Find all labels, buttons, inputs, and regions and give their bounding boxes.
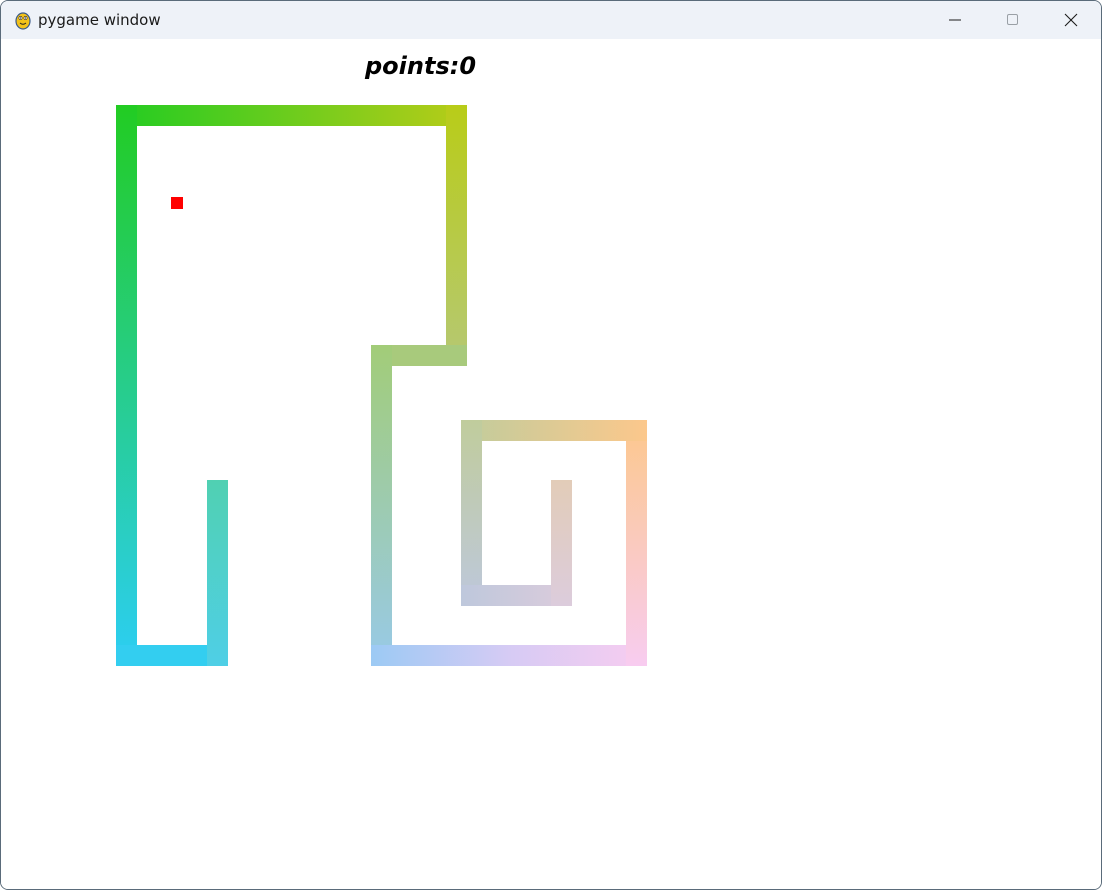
- snake-segment: [371, 645, 647, 666]
- minimize-button[interactable]: [926, 1, 984, 39]
- maximize-button[interactable]: [984, 1, 1042, 39]
- minimize-icon: [948, 13, 962, 27]
- close-icon: [1064, 13, 1078, 27]
- snake-segment: [461, 420, 482, 606]
- snake-segment: [116, 105, 467, 126]
- maximize-icon: [1006, 13, 1020, 27]
- snake-segment: [371, 345, 392, 666]
- snake: [116, 105, 647, 666]
- app-window: pygame window points:0: [0, 0, 1102, 890]
- title-bar[interactable]: pygame window: [1, 1, 1101, 39]
- game-board: [116, 105, 647, 666]
- game-canvas[interactable]: points:0: [1, 39, 1101, 889]
- snake-segment: [116, 105, 137, 666]
- snake-segment: [461, 420, 647, 441]
- snake-segment: [446, 105, 467, 366]
- snake-head: [551, 480, 572, 606]
- close-button[interactable]: [1042, 1, 1100, 39]
- snake-segment: [626, 420, 647, 666]
- pygame-snake-icon: [13, 10, 33, 30]
- snake-segment: [207, 480, 228, 666]
- window-title: pygame window: [38, 11, 161, 29]
- food-pellet: [171, 197, 183, 209]
